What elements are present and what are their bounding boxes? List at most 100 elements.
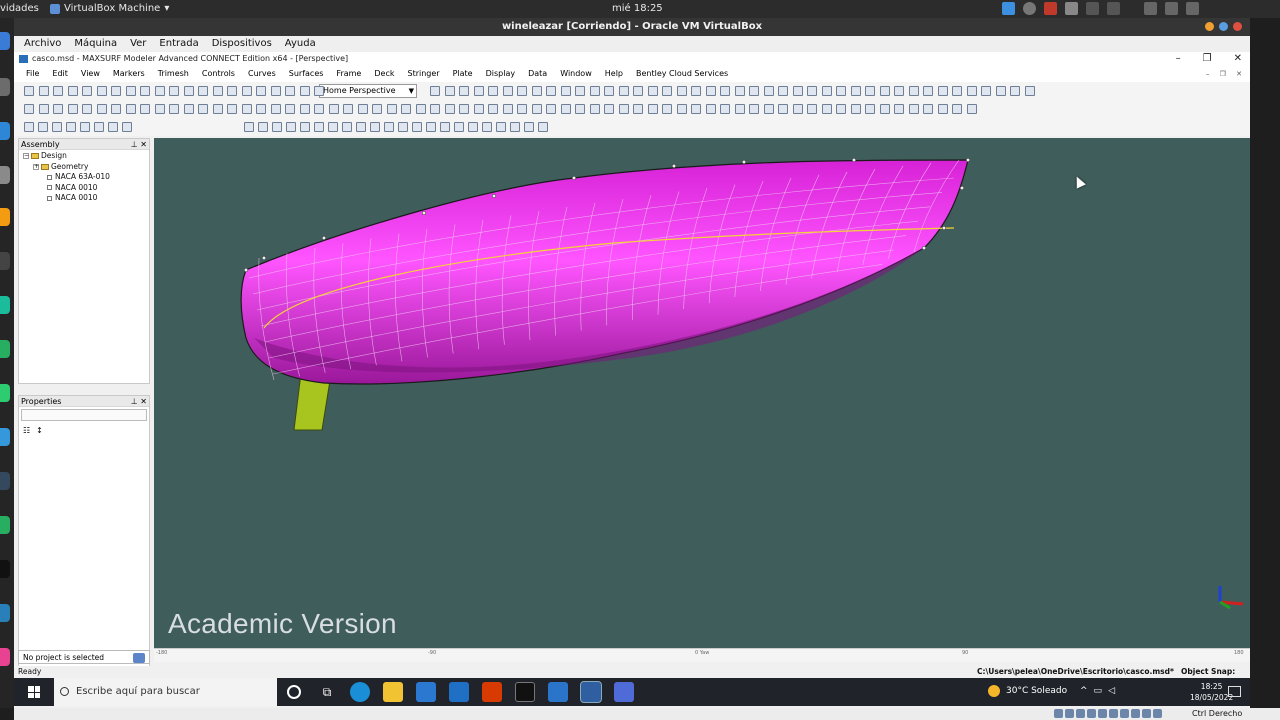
toolbar-tool-icon[interactable]: [763, 86, 774, 96]
toolbar-tool-icon[interactable]: [894, 104, 904, 114]
pane-pin-close-icons[interactable]: ⊥ ✕: [131, 396, 147, 407]
dock-app-icon[interactable]: [0, 516, 10, 534]
toolbar-tool-icon[interactable]: [270, 104, 281, 114]
toolbar-tool-icon[interactable]: [604, 104, 614, 114]
taskbar-search-box[interactable]: Escribe aquí para buscar: [54, 678, 277, 706]
vbox-menu-entrada[interactable]: Entrada: [159, 36, 198, 52]
cpu-icon[interactable]: [1142, 709, 1151, 718]
virtualbox-app-menu[interactable]: VirtualBox Machine ▾: [50, 0, 169, 18]
collapse-icon[interactable]: −: [23, 153, 29, 159]
project-status-box[interactable]: No project is selected: [18, 650, 150, 664]
store-icon[interactable]: [416, 682, 436, 702]
toolbar-tool-icon[interactable]: [821, 104, 832, 114]
toolbar-tool-icon[interactable]: [546, 86, 556, 96]
toolbar-tool-icon[interactable]: [285, 104, 295, 114]
cortana-icon[interactable]: [287, 685, 301, 699]
optical-icon[interactable]: [1065, 709, 1074, 718]
toolbar-tool-icon[interactable]: [426, 122, 436, 132]
toolbar-tool-icon[interactable]: [440, 122, 450, 132]
update-tray-icon[interactable]: [1065, 2, 1078, 15]
toolbar-tool-icon[interactable]: [908, 104, 919, 114]
expand-icon[interactable]: +: [33, 163, 39, 170]
app-tray-icon[interactable]: [1044, 2, 1057, 15]
file-explorer-icon[interactable]: [383, 682, 403, 702]
obs-tray-icon[interactable]: [1023, 2, 1036, 15]
toolbar-tool-icon[interactable]: [38, 122, 48, 132]
toolbar-tool-icon[interactable]: [140, 104, 150, 114]
vbox-menu-dispositivos[interactable]: Dispositivos: [212, 36, 272, 52]
toolbar-tool-icon[interactable]: [894, 86, 904, 96]
toolbar-tool-icon[interactable]: [370, 122, 380, 132]
close-icon[interactable]: ✕: [1234, 52, 1242, 66]
toolbar-tool-icon[interactable]: [198, 86, 208, 96]
toolbar-tool-icon[interactable]: [662, 104, 672, 114]
menu-help[interactable]: Help: [605, 66, 623, 82]
toolbar-tool-icon[interactable]: [517, 104, 527, 114]
menu-display[interactable]: Display: [486, 66, 516, 82]
dock-app-icon[interactable]: [0, 340, 10, 358]
toolbar-tool-icon[interactable]: [981, 86, 991, 96]
toolbar-tool-icon[interactable]: [412, 122, 422, 132]
toolbar-tool-icon[interactable]: [879, 86, 890, 96]
toolbar-tool-icon[interactable]: [662, 86, 672, 96]
toolbar-tool-icon[interactable]: [328, 104, 339, 114]
toolbar-tool-icon[interactable]: [865, 104, 875, 114]
volume-icon[interactable]: [1165, 2, 1178, 15]
teams-icon[interactable]: [614, 682, 634, 702]
mouse-integration-icon[interactable]: [1153, 709, 1162, 718]
toolbar-tool-icon[interactable]: [96, 104, 107, 114]
toolbar-tool-icon[interactable]: [1024, 86, 1035, 96]
menu-markers[interactable]: Markers: [113, 66, 145, 82]
toolbar-tool-icon[interactable]: [256, 104, 266, 114]
toolbar-tool-icon[interactable]: [496, 122, 506, 132]
window-tray-icon[interactable]: [1107, 2, 1120, 15]
menu-edit[interactable]: Edit: [52, 66, 68, 82]
toolbar-tool-icon[interactable]: [183, 86, 194, 96]
toolbar-tool-icon[interactable]: [482, 122, 492, 132]
toolbar-tool-icon[interactable]: [995, 86, 1006, 96]
network-icon[interactable]: ▭: [1094, 686, 1103, 696]
tree-node-surface[interactable]: NACA 63A-010: [19, 172, 149, 183]
menu-file[interactable]: File: [26, 66, 39, 82]
toolbar-tool-icon[interactable]: [618, 86, 629, 96]
window-tray-icon[interactable]: [1086, 2, 1099, 15]
volume-icon[interactable]: ◁: [1108, 686, 1115, 696]
security-icon[interactable]: [548, 682, 568, 702]
toolbar-tool-icon[interactable]: [618, 104, 629, 114]
toolbar-tool-icon[interactable]: [386, 104, 397, 114]
toolbar-tool-icon[interactable]: [502, 86, 513, 96]
vbox-menu-ayuda[interactable]: Ayuda: [285, 36, 316, 52]
user-icon[interactable]: [133, 653, 145, 663]
close-button[interactable]: [1233, 22, 1242, 31]
toolbar-tool-icon[interactable]: [66, 122, 76, 132]
toolbar-tool-icon[interactable]: [807, 86, 817, 96]
terminal-icon[interactable]: [515, 682, 535, 702]
toolbar-tool-icon[interactable]: [82, 104, 92, 114]
dock-app-icon[interactable]: [0, 78, 10, 96]
vbox-menu-ver[interactable]: Ver: [130, 36, 146, 52]
toolbar-tool-icon[interactable]: [966, 104, 977, 114]
toolbar-tool-icon[interactable]: [937, 86, 948, 96]
mdi-child-controls[interactable]: – ❐ ✕: [1206, 66, 1246, 82]
alphabetical-icon[interactable]: ↕: [36, 426, 43, 435]
menu-deck[interactable]: Deck: [374, 66, 394, 82]
toolbar-tool-icon[interactable]: [38, 86, 49, 96]
toolbar-tool-icon[interactable]: [488, 86, 498, 96]
toolbar-tool-icon[interactable]: [836, 104, 846, 114]
toolbar-tool-icon[interactable]: [575, 104, 585, 114]
toolbar-tool-icon[interactable]: [80, 122, 90, 132]
dock-app-icon[interactable]: [0, 560, 10, 578]
windows-start-button[interactable]: [28, 686, 40, 698]
toolbar-tool-icon[interactable]: [125, 104, 136, 114]
toolbar-tool-icon[interactable]: [538, 122, 548, 132]
menu-data[interactable]: Data: [528, 66, 547, 82]
toolbar-tool-icon[interactable]: [850, 104, 861, 114]
toolbar-tool-icon[interactable]: [328, 122, 338, 132]
toolbar-tool-icon[interactable]: [430, 104, 440, 114]
toolbar-tool-icon[interactable]: [342, 122, 352, 132]
toolbar-tool-icon[interactable]: [24, 122, 34, 132]
dock-app-icon[interactable]: [0, 384, 10, 402]
toolbar-tool-icon[interactable]: [244, 122, 254, 132]
toolbar-tool-icon[interactable]: [937, 104, 948, 114]
toolbar-tool-icon[interactable]: [807, 104, 817, 114]
